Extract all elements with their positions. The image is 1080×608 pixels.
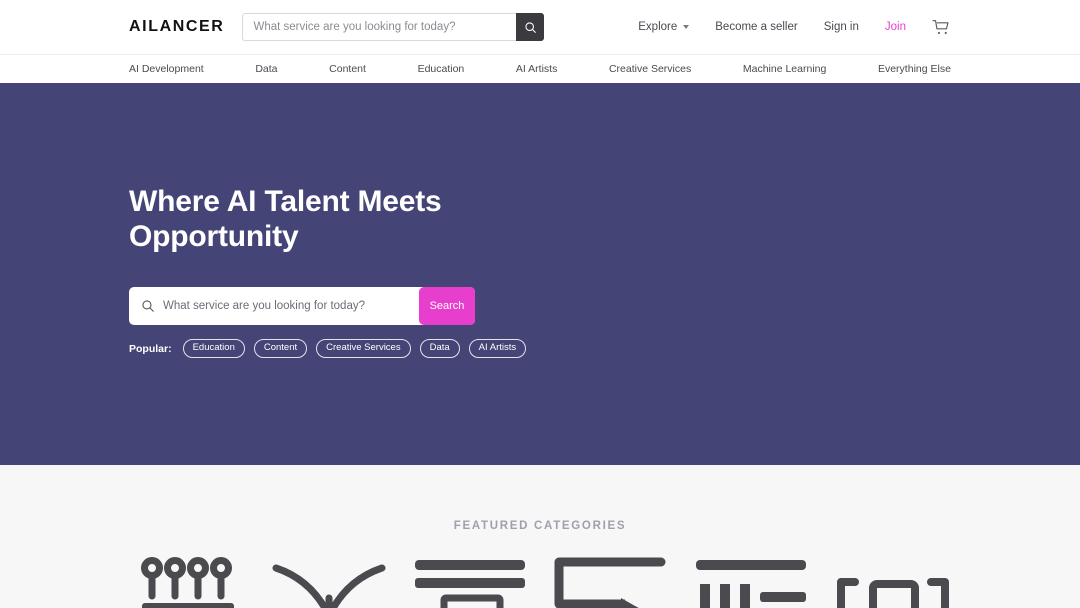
chevron-down-icon <box>683 25 690 29</box>
hero-section: Where AI Talent Meets Opportunity Search… <box>0 83 1080 465</box>
nav-item-explore[interactable]: Explore <box>638 21 690 33</box>
popular-tag-education[interactable]: Education <box>182 339 245 358</box>
category-nav-item-data[interactable]: Data <box>255 63 277 75</box>
popular-tag-data[interactable]: Data <box>419 339 460 358</box>
cart-button[interactable] <box>932 19 951 36</box>
popular-tag-creative-services[interactable]: Creative Services <box>316 339 411 358</box>
shopping-cart-icon <box>932 19 949 34</box>
chart-bars-icon <box>696 560 807 608</box>
popular-tag-ai-artists[interactable]: AI Artists <box>468 339 527 358</box>
hero-search-group: Search <box>129 287 475 326</box>
featured-category-item[interactable] <box>129 554 247 608</box>
hero-content: Where AI Talent Meets Opportunity Search… <box>129 184 951 358</box>
featured-category-item[interactable] <box>551 554 669 608</box>
hero-headline: Where AI Talent Meets Opportunity <box>129 185 442 254</box>
cursor-screen-icon <box>554 557 666 608</box>
search-icon <box>141 299 155 313</box>
category-nav-item-content[interactable]: Content <box>329 63 366 75</box>
brackets-box-icon <box>836 578 949 608</box>
search-icon <box>525 21 536 33</box>
pins-board-icon <box>141 557 234 608</box>
monitor-stand-icon <box>414 560 525 608</box>
nav-item-become-a-seller[interactable]: Become a seller <box>715 21 797 33</box>
site-logo[interactable]: AILANCER <box>129 18 224 36</box>
category-nav-item-education[interactable]: Education <box>418 63 465 75</box>
header-search-group <box>242 13 545 41</box>
header-search-button[interactable] <box>516 13 545 41</box>
site-header: AILANCER Explore Become a seller Sign in… <box>0 0 1080 54</box>
popular-tags-row: Popular: Education Content Creative Serv… <box>129 339 951 358</box>
category-nav-item-everything-else[interactable]: Everything Else <box>878 63 951 75</box>
featured-category-item[interactable] <box>270 554 388 608</box>
popular-label: Popular: <box>129 342 172 355</box>
category-nav-item-machine-learning[interactable]: Machine Learning <box>743 63 826 75</box>
featured-category-item[interactable] <box>833 554 951 608</box>
featured-categories-section: FEATURED CATEGORIES <box>0 465 1080 608</box>
nav-item-sign-in[interactable]: Sign in <box>824 21 859 33</box>
featured-categories-row <box>0 554 1080 608</box>
featured-categories-title: FEATURED CATEGORIES <box>453 520 627 532</box>
nav-item-join[interactable]: Join <box>885 21 906 33</box>
wings-arrow-icon <box>272 564 386 608</box>
nav-item-explore-label: Explore <box>638 21 678 33</box>
category-nav-item-creative-services[interactable]: Creative Services <box>609 63 691 75</box>
popular-tag-content[interactable]: Content <box>253 339 308 358</box>
hero-search-button[interactable]: Search <box>419 287 475 326</box>
category-nav-list: AI Development Data Content Education AI… <box>129 63 951 75</box>
featured-category-item[interactable] <box>411 554 529 608</box>
category-nav-bar: AI Development Data Content Education AI… <box>0 54 1080 83</box>
category-nav-item-ai-artists[interactable]: AI Artists <box>516 63 557 75</box>
header-nav: Explore Become a seller Sign in Join <box>638 19 951 36</box>
category-nav-item-ai-development[interactable]: AI Development <box>129 63 204 75</box>
featured-category-item[interactable] <box>692 554 810 608</box>
header-search-input[interactable] <box>242 13 517 41</box>
